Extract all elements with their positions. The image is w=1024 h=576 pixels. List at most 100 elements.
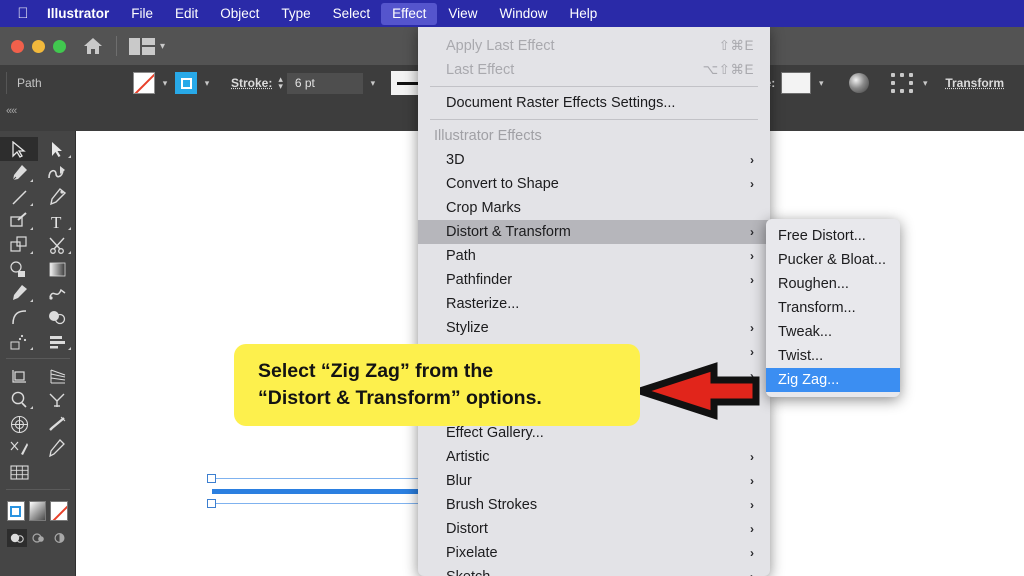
menu-item-apply-last-effect[interactable]: Apply Last Effect ⇧⌘E [418,34,770,58]
menu-item-crop-marks[interactable]: Crop Marks [418,196,770,220]
draw-inside-button[interactable] [51,529,68,547]
transform-link[interactable]: Transform [945,76,1004,90]
stroke-weight-chevron-icon[interactable]: ▾ [363,72,383,94]
menu-item-distort[interactable]: Distort › [418,517,770,541]
menu-select[interactable]: Select [322,0,382,27]
draw-normal-button[interactable] [7,529,28,547]
stroke-weight-label[interactable]: Stroke: [231,76,272,90]
menu-effect[interactable]: Effect [381,2,438,25]
type-tool[interactable]: T [38,209,76,233]
effect-dropdown-menu[interactable]: Apply Last Effect ⇧⌘E Last Effect ⌥⇧⌘E D… [418,27,770,576]
distort-transform-submenu[interactable]: Free Distort... Pucker & Bloat... Roughe… [766,219,900,397]
gradient-tool[interactable] [38,257,76,281]
close-button[interactable] [11,39,24,53]
shape-tool[interactable] [38,305,76,329]
menu-item-convert-to-shape[interactable]: Convert to Shape › [418,172,770,196]
menu-item-pathfinder[interactable]: Pathfinder › [418,268,770,292]
graphic-style-swatch[interactable] [781,72,812,94]
submenu-item-tweak[interactable]: Tweak... [766,320,900,344]
menu-file[interactable]: File [120,0,164,27]
submenu-item-free-distort[interactable]: Free Distort... [766,224,900,248]
maximize-button[interactable] [53,39,66,53]
menu-item-label: Last Effect [446,62,515,78]
curvature-tool[interactable] [38,161,76,185]
menu-item-brush-strokes[interactable]: Brush Strokes › [418,493,770,517]
menu-item-sketch[interactable]: Sketch › [418,565,770,576]
macos-menu-bar:  Illustrator File Edit Object Type Sele… [0,0,1024,27]
direct-selection-tool[interactable] [38,137,76,161]
menu-edit[interactable]: Edit [164,0,209,27]
draw-behind-button[interactable] [30,529,47,547]
path-stroke [212,489,422,494]
blend-tool[interactable] [38,281,76,305]
submenu-item-roughen[interactable]: Roughen... [766,272,900,296]
collapse-panel-icon[interactable]: «« [6,105,17,117]
perspective-grid-tool[interactable] [38,364,76,388]
submenu-item-twist[interactable]: Twist... [766,344,900,368]
menu-item-3d[interactable]: 3D › [418,148,770,172]
chevron-down-icon[interactable]: ▾ [160,41,165,52]
pencil-tool[interactable] [38,436,76,460]
stroke-swatch[interactable] [175,72,197,94]
line-segment-tool[interactable] [0,185,38,209]
apple-logo-icon[interactable]:  [10,0,36,27]
stroke-weight-input[interactable]: 6 pt [286,72,363,94]
stroke-stepper[interactable]: ▴ ▾ [278,75,283,91]
align-chevron-icon[interactable]: ▾ [915,72,935,94]
submenu-item-zig-zag[interactable]: Zig Zag... [766,368,900,392]
menu-item-label: Pathfinder [446,272,513,288]
menu-item-blur[interactable]: Blur › [418,469,770,493]
menu-type[interactable]: Type [270,0,321,27]
minimize-button[interactable] [32,39,45,53]
menu-item-artistic[interactable]: Artistic › [418,445,770,469]
opacity-icon[interactable] [849,73,870,93]
stroke-dropdown-chevron-icon[interactable]: ▾ [197,72,217,94]
zoom-tool[interactable] [0,388,38,412]
selection-tool[interactable] [0,137,38,161]
menu-item-rasterize[interactable]: Rasterize... [418,292,770,316]
menu-object[interactable]: Object [209,0,270,27]
puppet-warp-tool[interactable] [38,388,76,412]
menu-item-distort-and-transform[interactable]: Distort & Transform › [418,220,770,244]
menu-window[interactable]: Window [488,0,558,27]
eyedropper-measure-tool[interactable] [38,185,76,209]
submenu-item-pucker-and-bloat[interactable]: Pucker & Bloat... [766,248,900,272]
menu-illustrator[interactable]: Illustrator [36,0,120,27]
menu-item-document-raster-effects-settings[interactable]: Document Raster Effects Settings... [418,91,770,115]
mesh-tool[interactable] [0,412,38,436]
graphic-style-chevron-icon[interactable]: ▾ [811,72,831,94]
fill-swatch-panel[interactable] [7,501,25,521]
column-graph-tool[interactable] [38,329,76,353]
fill-dropdown-chevron-icon[interactable]: ▾ [155,72,175,94]
knife-tool[interactable] [0,436,38,460]
home-icon[interactable] [82,36,104,56]
selected-line-path[interactable] [202,473,422,508]
align-objects-icon[interactable] [891,73,915,93]
free-transform-tool[interactable] [0,233,38,257]
fill-swatch[interactable] [133,72,155,94]
menu-item-label: Document Raster Effects Settings... [446,95,676,111]
pen-tool[interactable] [0,161,38,185]
chevron-right-icon: › [750,273,754,287]
submenu-item-transform[interactable]: Transform... [766,296,900,320]
grid-tool[interactable] [0,460,38,484]
anchor-point[interactable] [207,474,216,483]
width-tool[interactable] [38,412,76,436]
artboard-tool[interactable] [0,364,38,388]
arc-tool[interactable] [0,305,38,329]
menu-view[interactable]: View [437,0,488,27]
menu-item-path[interactable]: Path › [418,244,770,268]
menu-item-stylize[interactable]: Stylize › [418,316,770,340]
paintbrush-tool[interactable] [0,209,38,233]
symbol-sprayer-tool[interactable] [0,329,38,353]
eyedropper-tool[interactable] [0,281,38,305]
menu-help[interactable]: Help [558,0,608,27]
scissors-tool[interactable] [38,233,76,257]
anchor-point[interactable] [207,499,216,508]
none-swatch-panel[interactable] [50,501,69,521]
shape-builder-tool[interactable] [0,257,38,281]
menu-item-last-effect[interactable]: Last Effect ⌥⇧⌘E [418,58,770,82]
gradient-swatch-panel[interactable] [28,501,47,521]
menu-item-pixelate[interactable]: Pixelate › [418,541,770,565]
arrange-documents-icon[interactable]: ▾ [129,37,165,55]
